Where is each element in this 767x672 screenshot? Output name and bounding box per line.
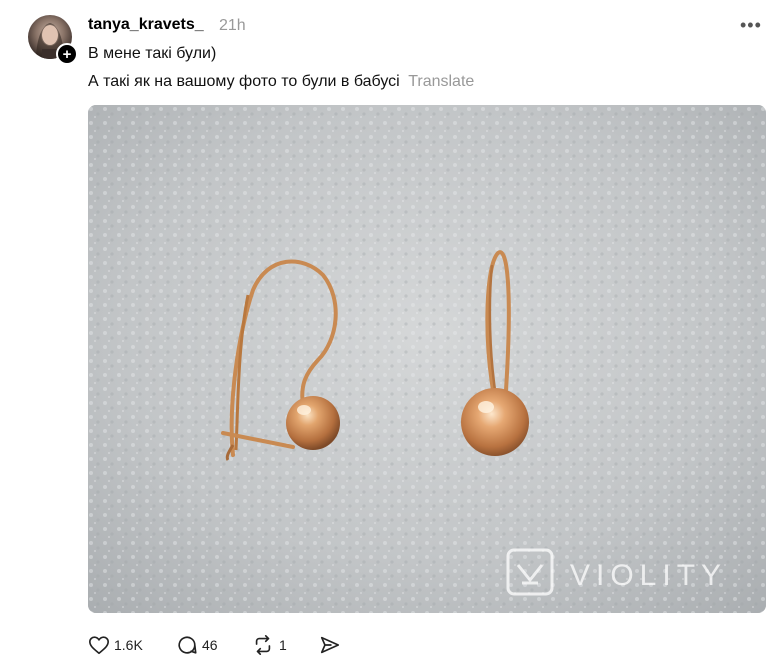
post-text-line2-content: А такі як на вашому фото то були в бабус… xyxy=(88,73,400,90)
send-icon xyxy=(320,636,340,654)
comment-icon xyxy=(178,636,197,654)
more-options-button[interactable]: ••• xyxy=(740,14,766,36)
reply-button[interactable]: 46 xyxy=(176,632,218,658)
repost-count: 1 xyxy=(279,637,287,653)
post-text-line2: А такі як на вашому фото то були в бабус… xyxy=(88,73,474,91)
reply-count: 46 xyxy=(202,637,218,653)
repost-button[interactable]: 1 xyxy=(251,632,287,658)
share-button[interactable] xyxy=(318,632,342,658)
thread-post: + tanya_kravets_ 21h ••• В мене такі бул… xyxy=(0,0,767,672)
like-button[interactable]: 1.6K xyxy=(88,632,143,658)
avatar-container[interactable]: + xyxy=(28,15,78,65)
post-image[interactable]: VIOLITY xyxy=(88,105,766,613)
repost-icon xyxy=(255,635,271,655)
heart-icon xyxy=(89,636,109,655)
watermark-text: VIOLITY xyxy=(570,559,727,592)
like-count: 1.6K xyxy=(114,637,143,653)
follow-plus-icon[interactable]: + xyxy=(56,43,78,65)
timestamp[interactable]: 21h xyxy=(219,17,246,35)
username-link[interactable]: tanya_kravets_ xyxy=(88,16,204,34)
translate-link[interactable]: Translate xyxy=(408,73,474,90)
post-text-line1: В мене такі були) xyxy=(88,45,217,62)
earrings-photo: VIOLITY xyxy=(88,105,766,613)
